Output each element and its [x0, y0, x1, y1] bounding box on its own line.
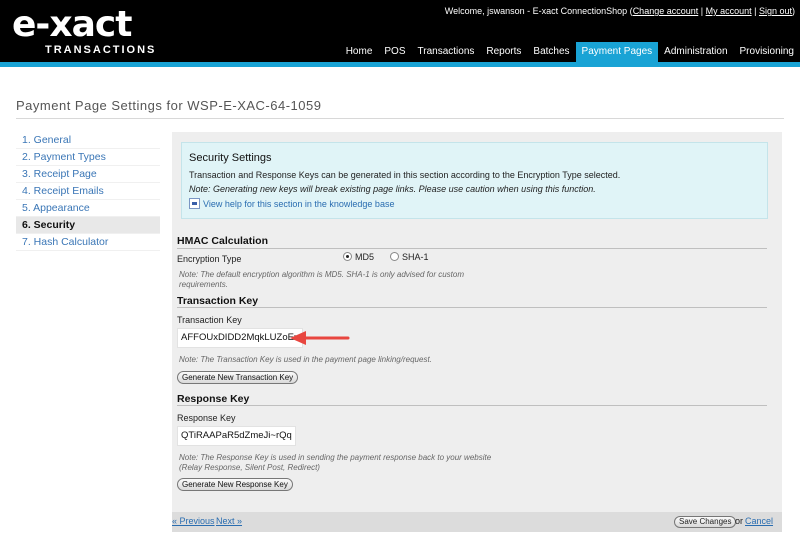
response-key-note-line2: (Relay Response, Silent Post, Redirect): [179, 463, 320, 472]
radio-md5-indicator: [343, 252, 352, 261]
response-key-note: Note: The Response Key is used in sendin…: [179, 453, 491, 473]
hmac-note-line1: Note: The default encryption algorithm i…: [179, 270, 465, 279]
panel-footer: « Previous Next » Save Changes or Cancel: [172, 512, 782, 532]
generate-transaction-key-button[interactable]: Generate New Transaction Key: [177, 371, 299, 384]
nav-tab-payment-pages[interactable]: Payment Pages: [575, 42, 659, 62]
radio-sha1[interactable]: SHA-1: [390, 252, 429, 262]
pdf-icon: [189, 198, 200, 209]
change-account-link[interactable]: Change account: [633, 6, 699, 16]
or-text: or: [735, 516, 744, 526]
nav-tab-administration[interactable]: Administration: [658, 42, 733, 62]
nav-tab-provisioning[interactable]: Provisioning: [734, 42, 800, 62]
user-bar: Welcome, jswanson - E-xact ConnectionSho…: [445, 6, 795, 16]
nav-tab-home[interactable]: Home: [340, 42, 379, 62]
response-key-field[interactable]: QTiRAAPaR5dZmeJi~rQq: [177, 426, 296, 446]
generate-response-key-button[interactable]: Generate New Response Key: [177, 478, 293, 491]
help-link-label: View help for this section in the knowle…: [203, 199, 395, 209]
info-warning: Note: Generating new keys will break exi…: [189, 184, 596, 194]
hmac-note-line2: requirements.: [179, 280, 228, 289]
userbar-separator: -: [524, 6, 533, 16]
radio-sha1-indicator: [390, 252, 399, 261]
help-link[interactable]: View help for this section in the knowle…: [189, 198, 394, 209]
info-heading: Security Settings: [189, 152, 272, 164]
annotation-arrow-icon: [290, 331, 350, 345]
response-key-heading: Response Key: [177, 393, 250, 405]
response-key-divider: [177, 405, 767, 406]
side-item-receipt-emails[interactable]: 4. Receipt Emails: [16, 183, 160, 200]
main-nav: Home POS Transactions Reports Batches Pa…: [340, 42, 800, 62]
nav-tab-batches[interactable]: Batches: [527, 42, 575, 62]
hmac-heading: HMAC Calculation: [177, 235, 269, 247]
radio-md5[interactable]: MD5: [343, 252, 374, 262]
encryption-type-label: Encryption Type: [177, 254, 242, 264]
radio-sha1-label: SHA-1: [402, 252, 429, 262]
userbar-pipe: |: [751, 6, 759, 16]
my-account-link[interactable]: My account: [706, 6, 752, 16]
side-item-appearance[interactable]: 5. Appearance: [16, 200, 160, 217]
previous-link[interactable]: « Previous: [172, 516, 215, 526]
app-name: E-xact ConnectionShop (: [532, 6, 633, 16]
userbar-pipe: |: [698, 6, 706, 16]
nav-tab-transactions[interactable]: Transactions: [412, 42, 481, 62]
cancel-link[interactable]: Cancel: [745, 516, 773, 526]
title-divider: [16, 118, 784, 119]
side-item-general[interactable]: 1. General: [16, 132, 160, 149]
nav-underline: [0, 62, 800, 67]
response-key-label: Response Key: [177, 413, 236, 423]
transaction-key-label: Transaction Key: [177, 315, 242, 325]
side-item-hash-calculator[interactable]: 7. Hash Calculator: [16, 234, 160, 251]
transaction-key-field[interactable]: AFFOUxDIDD2MqkLUZoEx: [177, 328, 303, 348]
next-link[interactable]: Next »: [216, 516, 242, 526]
info-text: Transaction and Response Keys can be gen…: [189, 170, 621, 180]
userbar-close-paren: ): [792, 6, 795, 16]
transaction-key-heading: Transaction Key: [177, 295, 259, 307]
sign-out-link[interactable]: Sign out: [759, 6, 792, 16]
radio-md5-label: MD5: [355, 252, 375, 262]
response-key-note-line1: Note: The Response Key is used in sendin…: [179, 453, 492, 462]
hmac-divider: [177, 248, 767, 249]
settings-side-menu: 1. General 2. Payment Types 3. Receipt P…: [16, 132, 160, 251]
transaction-key-note: Note: The Transaction Key is used in the…: [179, 355, 432, 364]
header-bar: e-xact TRANSACTIONS Welcome, jswanson - …: [0, 0, 800, 62]
side-item-security[interactable]: 6. Security: [16, 217, 160, 234]
transaction-key-divider: [177, 307, 767, 308]
side-item-payment-types[interactable]: 2. Payment Types: [16, 149, 160, 166]
security-settings-panel: Security Settings Transaction and Respon…: [172, 132, 782, 532]
save-changes-button[interactable]: Save Changes: [674, 516, 737, 528]
page-title: Payment Page Settings for WSP-E-XAC-64-1…: [16, 98, 322, 113]
welcome-text: Welcome, jswanson: [444, 6, 525, 16]
logo-subtitle: TRANSACTIONS: [45, 44, 157, 56]
side-item-receipt-page[interactable]: 3. Receipt Page: [16, 166, 160, 183]
hmac-note: Note: The default encryption algorithm i…: [179, 270, 464, 290]
nav-tab-pos[interactable]: POS: [378, 42, 411, 62]
nav-tab-reports[interactable]: Reports: [480, 42, 527, 62]
logo-wordmark: e-xact: [12, 4, 132, 45]
info-box: Security Settings Transaction and Respon…: [181, 142, 768, 219]
exact-logo[interactable]: e-xact TRANSACTIONS: [12, 4, 154, 57]
